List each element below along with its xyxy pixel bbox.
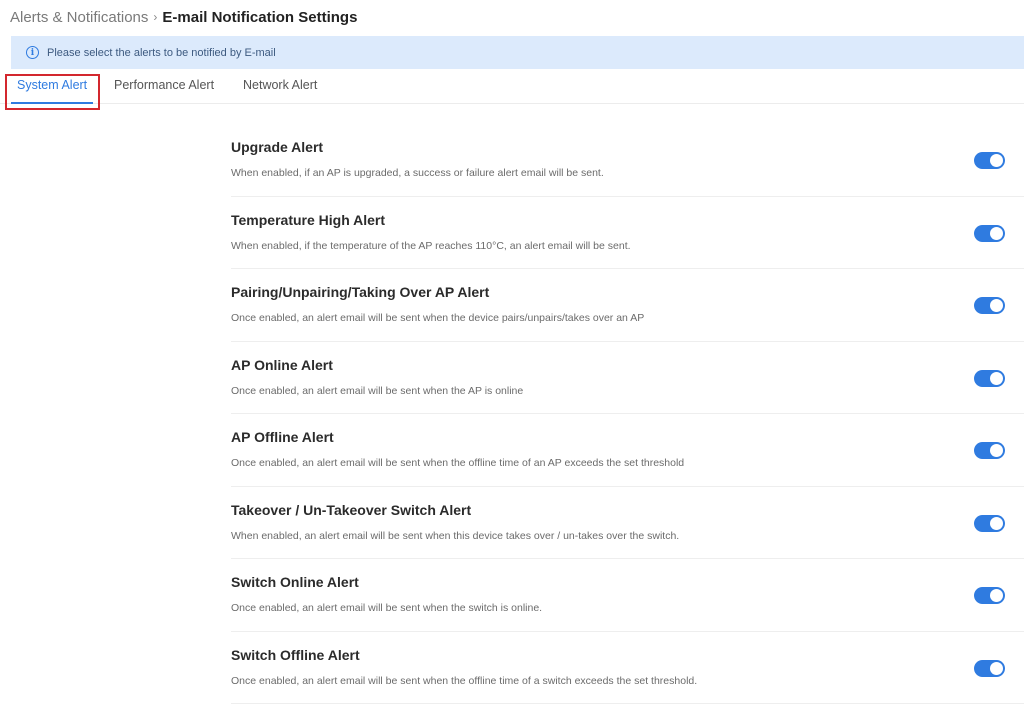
alert-list: Upgrade Alert When enabled, if an AP is …	[231, 124, 1024, 704]
toggle-knob	[990, 226, 1003, 240]
list-item: Takeover / Un-Takeover Switch Alert When…	[231, 487, 1024, 559]
toggle-knob	[990, 371, 1003, 385]
list-item: AP Online Alert Once enabled, an alert e…	[231, 342, 1024, 414]
list-item: AP Offline Alert Once enabled, an alert …	[231, 414, 1024, 487]
info-banner-text: Please select the alerts to be notified …	[47, 46, 276, 59]
alert-title: AP Offline Alert	[231, 429, 334, 445]
alert-title: Takeover / Un-Takeover Switch Alert	[231, 501, 472, 518]
ap-offline-alert-toggle[interactable]	[974, 442, 1005, 459]
alert-title: Pairing/Unpairing/Taking Over AP Alert	[231, 284, 490, 300]
alert-title: Upgrade Alert	[231, 139, 324, 155]
toggle-knob	[990, 154, 1003, 167]
breadcrumb-separator: ›	[153, 10, 158, 24]
info-icon: i	[26, 46, 39, 59]
takeover-switch-alert-toggle[interactable]	[974, 514, 1005, 532]
alert-title: Temperature High Alert	[231, 211, 386, 228]
alert-description: When enabled, if the temperature of the …	[231, 239, 631, 252]
info-banner: i Please select the alerts to be notifie…	[11, 36, 1024, 69]
tab-network-alert[interactable]: Network Alert	[243, 78, 317, 92]
alert-title: AP Online Alert	[231, 356, 333, 373]
breadcrumb-parent-link[interactable]: Alerts & Notifications	[10, 9, 148, 26]
toggle-knob	[990, 589, 1003, 602]
alert-title: Switch Offline Alert	[231, 646, 360, 663]
alert-description: Once enabled, an alert email will be sen…	[231, 384, 524, 397]
tab-bar: System Alert Performance Alert Network A…	[0, 72, 1024, 104]
page-title: E-mail Notification Settings	[162, 8, 358, 26]
toggle-knob	[990, 299, 1003, 312]
tab-performance-alert[interactable]: Performance Alert	[114, 78, 214, 92]
alert-description: Once enabled, an alert email will be sen…	[231, 674, 698, 687]
list-item: Switch Offline Alert Once enabled, an al…	[231, 632, 1024, 704]
pairing-alert-toggle[interactable]	[974, 297, 1005, 314]
temperature-high-alert-toggle[interactable]	[974, 224, 1005, 242]
ap-online-alert-toggle[interactable]	[974, 369, 1005, 387]
breadcrumb: Alerts & Notifications › E-mail Notifica…	[10, 6, 357, 28]
toggle-knob	[990, 444, 1003, 457]
upgrade-alert-toggle[interactable]	[974, 152, 1005, 169]
alert-title: Switch Online Alert	[231, 574, 359, 590]
list-item: Pairing/Unpairing/Taking Over AP Alert O…	[231, 269, 1024, 342]
toggle-knob	[990, 516, 1003, 530]
alert-description: Once enabled, an alert email will be sen…	[231, 457, 685, 469]
alert-description: Once enabled, an alert email will be sen…	[231, 312, 645, 324]
list-item: Switch Online Alert Once enabled, an ale…	[231, 559, 1024, 632]
switch-offline-alert-toggle[interactable]	[974, 659, 1005, 677]
toggle-knob	[990, 661, 1003, 675]
list-item: Upgrade Alert When enabled, if an AP is …	[231, 124, 1024, 197]
alert-description: When enabled, if an AP is upgraded, a su…	[231, 167, 604, 179]
list-item: Temperature High Alert When enabled, if …	[231, 197, 1024, 269]
switch-online-alert-toggle[interactable]	[974, 587, 1005, 604]
alert-description: When enabled, an alert email will be sen…	[231, 529, 680, 542]
highlight-box	[5, 74, 100, 110]
alert-description: Once enabled, an alert email will be sen…	[231, 602, 543, 614]
